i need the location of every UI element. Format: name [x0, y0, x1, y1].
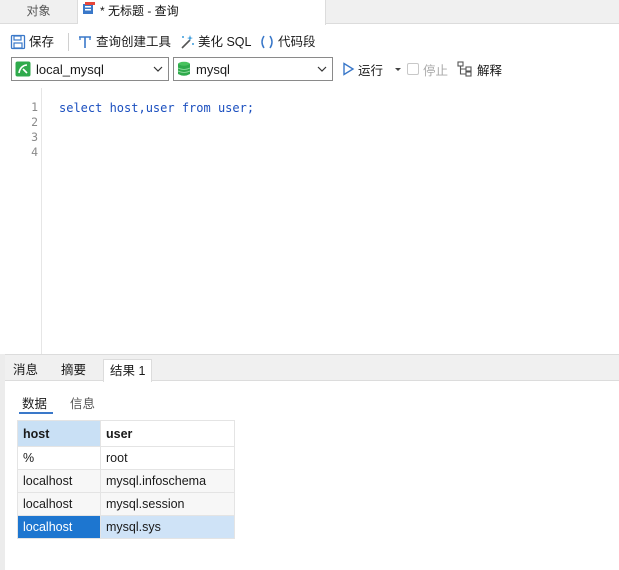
- tab-messages[interactable]: 消息: [7, 359, 44, 382]
- snippet-label: 代码段: [278, 35, 316, 49]
- stop-label: 停止: [423, 63, 449, 78]
- query-tab-icon: [82, 0, 97, 23]
- line-number: 1: [31, 100, 38, 114]
- database-value: mysql: [196, 61, 230, 77]
- tab-result-1[interactable]: 结果 1: [103, 359, 153, 383]
- run-button[interactable]: 运行: [341, 57, 404, 81]
- connection-icon: [15, 61, 31, 77]
- active-subtab-indicator: [19, 412, 53, 414]
- cell-host[interactable]: localhost: [17, 515, 101, 539]
- save-icon: [10, 34, 26, 50]
- column-header-user[interactable]: user: [100, 420, 235, 447]
- run-dropdown-icon[interactable]: [392, 63, 404, 75]
- result-grid[interactable]: host user % root localhost mysql.infosch…: [17, 420, 235, 539]
- explain-icon: [457, 61, 472, 77]
- beautify-sql-label: 美化 SQL: [198, 35, 252, 49]
- snippet-button[interactable]: 代码段: [259, 31, 316, 53]
- sql-editor[interactable]: 1 2 3 4 select host,user from user;: [0, 88, 619, 354]
- tab-data[interactable]: 数据: [22, 393, 47, 412]
- tab-summary[interactable]: 摘要: [55, 359, 92, 382]
- cell-host[interactable]: %: [17, 446, 101, 470]
- tab-bar: 对象 * 无标题 - 查询: [0, 0, 619, 25]
- cell-user[interactable]: mysql.infoschema: [100, 469, 235, 493]
- parentheses-icon: [261, 35, 273, 49]
- tab-query[interactable]: * 无标题 - 查询: [78, 0, 326, 25]
- tab-info[interactable]: 信息: [70, 393, 95, 412]
- explain-button[interactable]: 解释: [457, 57, 502, 81]
- table-row[interactable]: localhost mysql.session: [17, 492, 235, 516]
- cell-user[interactable]: mysql.sys: [100, 515, 235, 539]
- chevron-down-icon: [153, 66, 163, 72]
- run-label: 运行: [358, 63, 384, 78]
- database-select[interactable]: mysql: [173, 57, 333, 81]
- connection-row: local_mysql mysql 运行 停止 解释: [0, 57, 619, 83]
- stop-icon: [407, 63, 419, 75]
- toolbar: 保存 查询创建工具 美化 SQL 代码段: [0, 28, 619, 56]
- query-builder-button[interactable]: 查询创建工具: [77, 31, 171, 53]
- save-label: 保存: [29, 35, 55, 49]
- result-subtabs: 数据 信息: [5, 382, 619, 418]
- toolbar-divider: [68, 33, 69, 51]
- line-number: 4: [31, 145, 38, 159]
- cell-user[interactable]: mysql.session: [100, 492, 235, 516]
- magic-wand-icon: [181, 35, 194, 49]
- table-row-selected[interactable]: localhost mysql.sys: [17, 515, 235, 539]
- line-number: 2: [31, 115, 38, 129]
- tab-query-label: * 无标题 - 查询: [100, 4, 179, 18]
- table-row[interactable]: % root: [17, 446, 235, 470]
- cell-user[interactable]: root: [100, 446, 235, 470]
- save-button[interactable]: 保存: [10, 31, 54, 53]
- table-row[interactable]: localhost mysql.infoschema: [17, 469, 235, 493]
- result-tabs: 消息 摘要 结果 1: [5, 354, 619, 383]
- sql-code-line: select host,user from user;: [59, 101, 255, 115]
- play-icon: [343, 62, 355, 76]
- query-builder-label: 查询创建工具: [96, 35, 172, 49]
- cell-host[interactable]: localhost: [17, 492, 101, 516]
- column-header-host[interactable]: host: [17, 420, 101, 447]
- grid-header-row: host user: [17, 420, 235, 447]
- chevron-down-icon: [317, 66, 327, 72]
- tab-objects[interactable]: 对象: [0, 0, 78, 24]
- line-number-gutter: 1 2 3 4: [5, 88, 42, 354]
- connection-value: local_mysql: [36, 61, 104, 77]
- stop-button[interactable]: 停止: [407, 57, 448, 81]
- connection-select[interactable]: local_mysql: [11, 57, 169, 81]
- cell-host[interactable]: localhost: [17, 469, 101, 493]
- explain-label: 解释: [477, 63, 503, 78]
- database-icon: [177, 61, 191, 76]
- beautify-sql-button[interactable]: 美化 SQL: [179, 31, 252, 53]
- query-builder-icon: [79, 36, 91, 48]
- line-number: 3: [31, 130, 38, 144]
